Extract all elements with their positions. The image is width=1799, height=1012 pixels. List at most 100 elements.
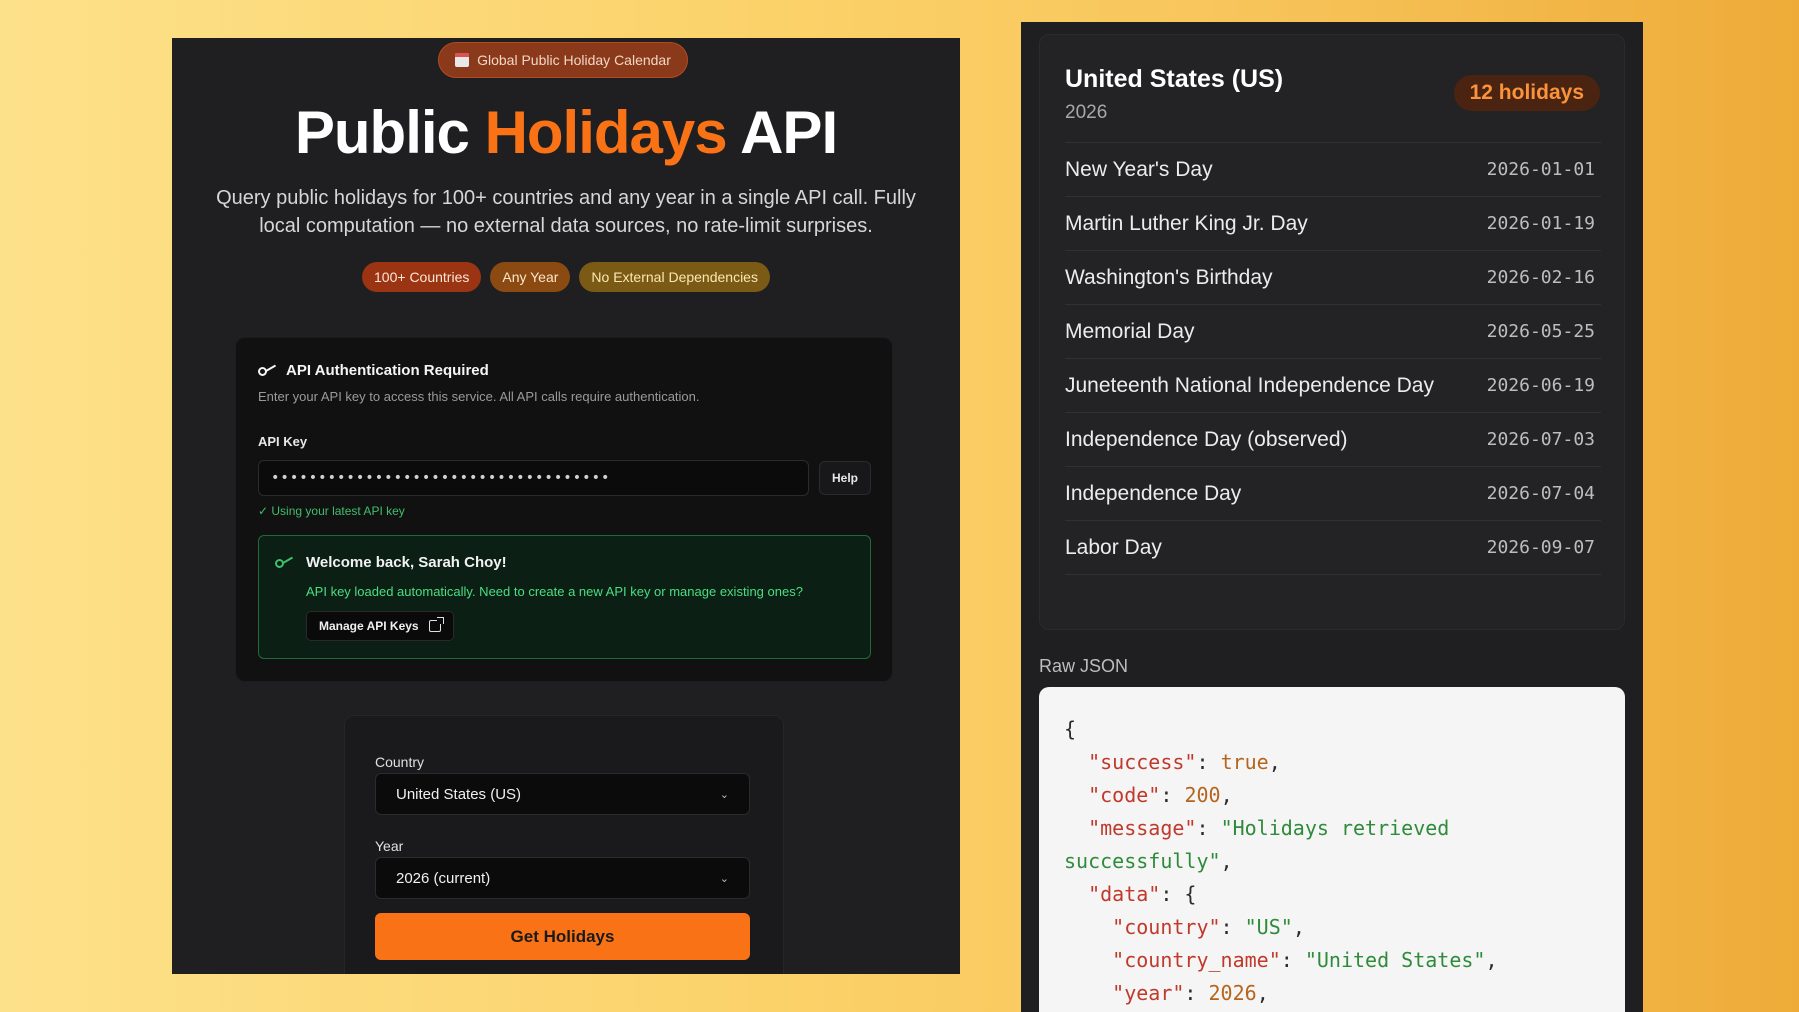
json-token: : { <box>1160 882 1197 906</box>
raw-json-block: { "success": true, "code": 200, "message… <box>1039 687 1625 1012</box>
manage-api-keys-button[interactable]: Manage API Keys <box>306 611 454 641</box>
holiday-date: 2026-05-25 <box>1486 321 1595 342</box>
result-year: 2026 <box>1065 102 1108 123</box>
api-key-input[interactable]: •••••••••••••••••••••••••••••••••••• <box>258 460 809 496</box>
json-line: "country_name": "United States", <box>1064 944 1600 977</box>
left-panel: Global Public Holiday Calendar Public Ho… <box>172 38 960 974</box>
title-accent: Holidays <box>484 99 728 166</box>
json-token: : <box>1196 750 1221 774</box>
holiday-date: 2026-06-19 <box>1486 375 1595 396</box>
json-line: "success": true, <box>1064 746 1600 779</box>
holiday-row: Washington's Birthday 2026-02-16 <box>1065 251 1601 305</box>
json-token: "United States" <box>1304 948 1486 972</box>
json-token: , <box>1292 915 1305 939</box>
external-link-icon <box>428 617 444 632</box>
query-form: Country United States (US) ⌄ Year 2026 (… <box>344 715 784 974</box>
year-label: Year <box>375 838 404 854</box>
json-token: : <box>1280 948 1305 972</box>
json-line: successfully", <box>1064 845 1600 878</box>
manage-api-keys-label: Manage API Keys <box>319 619 419 633</box>
holiday-name: Labor Day <box>1065 535 1162 559</box>
json-token: : <box>1160 783 1185 807</box>
country-select[interactable]: United States (US) ⌄ <box>375 773 750 815</box>
json-token: "country" <box>1112 915 1221 939</box>
key-icon <box>258 364 278 378</box>
json-token: "message" <box>1088 816 1197 840</box>
json-token: "Holidays retrieved <box>1220 816 1450 840</box>
holiday-row: Independence Day (observed) 2026-07-03 <box>1065 413 1601 467</box>
holiday-name: Martin Luther King Jr. Day <box>1065 211 1308 235</box>
holiday-row: Juneteenth National Independence Day 2026… <box>1065 359 1601 413</box>
json-line: "code": 200, <box>1064 779 1600 812</box>
key-icon <box>275 556 295 570</box>
title-part-1: Public <box>294 99 485 166</box>
tag-any-year: Any Year <box>490 262 571 292</box>
json-token: 2026 <box>1208 981 1257 1005</box>
feature-tags: 100+ Countries Any Year No External Depe… <box>172 262 960 292</box>
json-token: "year" <box>1112 981 1185 1005</box>
year-select-value: 2026 (current) <box>396 869 491 887</box>
json-token: : <box>1184 981 1209 1005</box>
holiday-date: 2026-01-01 <box>1486 159 1595 180</box>
raw-json-label: Raw JSON <box>1039 656 1129 676</box>
holiday-name: Memorial Day <box>1065 319 1195 343</box>
json-token: , <box>1256 981 1269 1005</box>
json-token: : <box>1220 915 1245 939</box>
auth-subtitle: Enter your API key to access this servic… <box>258 389 700 404</box>
json-token: "country_name" <box>1112 948 1281 972</box>
chevron-down-icon: ⌄ <box>719 788 729 801</box>
auth-header: API Authentication Required <box>258 362 489 379</box>
page-title: Public Holidays API <box>172 98 960 167</box>
calendar-icon <box>455 53 470 67</box>
json-token: , <box>1485 948 1498 972</box>
holiday-name: Washington's Birthday <box>1065 265 1273 289</box>
json-token: : <box>1196 816 1221 840</box>
json-line: "year": 2026, <box>1064 977 1600 1010</box>
api-key-status: ✓ Using your latest API key <box>258 504 405 518</box>
get-holidays-button[interactable]: Get Holidays <box>375 913 750 960</box>
holiday-count-badge: 12 holidays <box>1453 75 1600 111</box>
holiday-row: Independence Day 2026-07-04 <box>1065 467 1601 521</box>
holiday-date: 2026-02-16 <box>1486 267 1595 288</box>
page-description: Query public holidays for 100+ countries… <box>216 187 916 237</box>
json-line: { <box>1064 713 1600 746</box>
json-token: , <box>1220 849 1233 873</box>
results-card: United States (US) 2026 12 holidays New … <box>1039 34 1625 630</box>
auth-title: API Authentication Required <box>286 362 489 379</box>
calendar-badge-label: Global Public Holiday Calendar <box>477 52 671 68</box>
json-token: "code" <box>1088 783 1161 807</box>
json-token: "success" <box>1088 750 1197 774</box>
holiday-name: Independence Day (observed) <box>1065 427 1348 451</box>
title-part-2: API <box>726 99 838 166</box>
holiday-date: 2026-07-03 <box>1486 429 1595 450</box>
json-token: , <box>1220 783 1233 807</box>
json-token: 200 <box>1184 783 1221 807</box>
auth-card: API Authentication Required Enter your A… <box>235 337 893 682</box>
json-token: "US" <box>1244 915 1293 939</box>
holiday-date: 2026-09-07 <box>1486 537 1595 558</box>
json-token: "data" <box>1088 882 1161 906</box>
welcome-text: API key loaded automatically. Need to cr… <box>306 584 803 599</box>
tag-no-deps: No External Dependencies <box>579 262 770 292</box>
calendar-badge: Global Public Holiday Calendar <box>438 42 688 78</box>
help-button[interactable]: Help <box>819 461 871 495</box>
holiday-row: Labor Day 2026-09-07 <box>1065 521 1601 575</box>
holiday-row: New Year's Day 2026-01-01 <box>1065 143 1601 197</box>
welcome-title: Welcome back, Sarah Choy! <box>306 554 507 571</box>
holiday-name: Independence Day <box>1065 481 1242 505</box>
year-select[interactable]: 2026 (current) ⌄ <box>375 857 750 899</box>
welcome-box: Welcome back, Sarah Choy! API key loaded… <box>258 535 871 659</box>
holiday-date: 2026-07-04 <box>1486 483 1595 504</box>
json-token: true <box>1220 750 1269 774</box>
result-country: United States (US) <box>1065 65 1284 93</box>
json-line: "data": { <box>1064 878 1600 911</box>
json-token: successfully" <box>1064 849 1221 873</box>
json-token: , <box>1268 750 1281 774</box>
